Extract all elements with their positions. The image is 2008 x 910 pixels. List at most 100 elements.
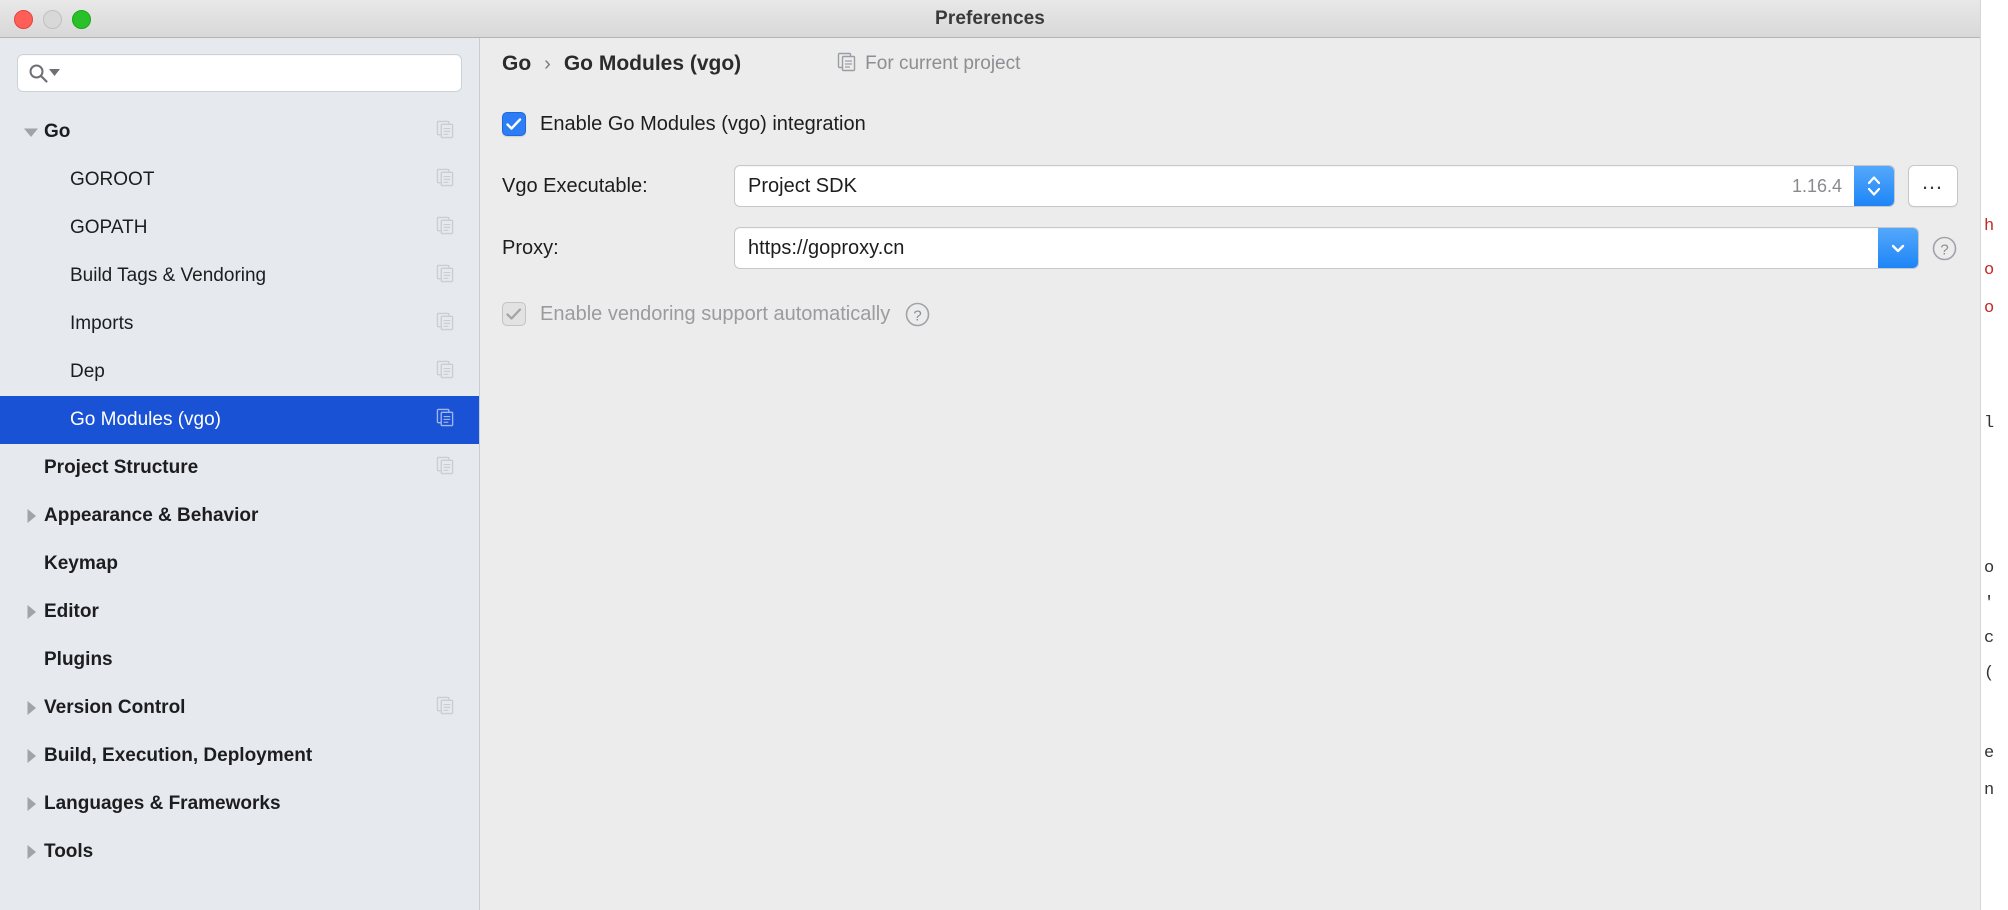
sidebar-item-appearance-behavior[interactable]: Appearance & Behavior (0, 492, 479, 540)
traffic-light-group (14, 0, 91, 38)
copy-setting-icon[interactable] (436, 360, 455, 384)
dialog-body: Go GOROOT GOPATH Build Tags & Vendoring Impo… (0, 38, 1980, 910)
sidebar-item-build-tags-vendoring[interactable]: Build Tags & Vendoring (0, 252, 479, 300)
sidebar-item-plugins[interactable]: Plugins (0, 636, 479, 684)
editor-code-fragment: ' (1984, 594, 1995, 613)
vgo-executable-field[interactable]: Project SDK 1.16.4 (734, 165, 1895, 207)
sidebar-item-go[interactable]: Go (0, 108, 479, 156)
copy-setting-icon[interactable] (436, 120, 455, 144)
close-window-button[interactable] (14, 9, 33, 29)
sidebar-item-tools[interactable]: Tools (0, 828, 479, 876)
editor-code-fragment: o (1984, 299, 1995, 318)
vendoring-help-button[interactable]: ? (904, 301, 931, 328)
proxy-label: Proxy: (502, 236, 559, 259)
vendoring-row: Enable vendoring support automatically ? (502, 288, 1958, 340)
breadcrumb-separator: › (544, 52, 551, 75)
copy-setting-icon[interactable] (436, 408, 455, 432)
sidebar-item-label: Tools (44, 841, 94, 862)
sidebar-item-label: Keymap (44, 553, 118, 574)
copy-setting-icon[interactable] (436, 312, 455, 336)
help-question-icon: ? (1932, 236, 1957, 260)
breadcrumb: Go › Go Modules (vgo) For current projec… (480, 38, 1980, 90)
scope-note: For current project (837, 52, 1020, 77)
sidebar-item-build-execution-deployment[interactable]: Build, Execution, Deployment (0, 732, 479, 780)
chevron-up-down-icon (1867, 176, 1881, 196)
vgo-executable-value[interactable]: Project SDK (735, 166, 1792, 206)
copy-setting-icon[interactable] (436, 696, 455, 720)
sidebar-item-keymap[interactable]: Keymap (0, 540, 479, 588)
vgo-browse-button[interactable]: … (1908, 165, 1958, 207)
editor-code-fragment: ( (1984, 664, 1995, 683)
sidebar-item-editor[interactable]: Editor (0, 588, 479, 636)
search-input[interactable] (66, 63, 451, 83)
sidebar-item-label: Build, Execution, Deployment (44, 745, 313, 766)
sidebar-item-label: Languages & Frameworks (44, 793, 281, 814)
copy-setting-icon[interactable] (436, 216, 455, 240)
checkmark-icon (506, 307, 522, 320)
search-dropdown-arrow-icon[interactable] (49, 64, 60, 82)
copy-settings-icon[interactable] (837, 52, 857, 77)
settings-main-panel: Go › Go Modules (vgo) For current projec… (480, 38, 1980, 910)
maximize-window-button[interactable] (72, 9, 91, 29)
vgo-executable-stepper[interactable] (1854, 166, 1894, 206)
tree-disclosure-down-icon[interactable] (18, 127, 44, 138)
proxy-field[interactable]: https://goproxy.cn (734, 227, 1919, 269)
sidebar-item-label: GOROOT (70, 169, 155, 190)
tree-disclosure-right-icon[interactable] (18, 701, 44, 715)
tree-disclosure-right-icon[interactable] (18, 605, 44, 619)
editor-code-fragment: o (1984, 559, 1995, 578)
tree-disclosure-right-icon[interactable] (18, 749, 44, 763)
proxy-row: Proxy: https://goproxy.cn ? (502, 222, 1958, 274)
copy-setting-icon[interactable] (436, 168, 455, 192)
window-titlebar: Preferences (0, 0, 1980, 38)
sidebar-item-label: Version Control (44, 697, 186, 718)
sidebar-item-label: Go (44, 121, 71, 142)
editor-code-fragment: c (1984, 629, 1995, 648)
settings-sidebar: Go GOROOT GOPATH Build Tags & Vendoring Impo… (0, 38, 480, 910)
editor-code-fragment: e (1984, 744, 1995, 763)
sidebar-item-go-modules-vgo[interactable]: Go Modules (vgo) (0, 396, 479, 444)
vgo-executable-row: Vgo Executable: Project SDK 1.16.4 … (502, 160, 1958, 212)
editor-code-fragment: n (1984, 781, 1995, 800)
copy-setting-icon[interactable] (436, 264, 455, 288)
sidebar-item-label: Project Structure (44, 457, 199, 478)
background-editor-sliver: h o o l o ' c(e n (1980, 0, 2008, 910)
search-icon (28, 63, 49, 84)
editor-code-fragment: h (1984, 217, 1995, 236)
proxy-value[interactable]: https://goproxy.cn (735, 228, 1878, 268)
proxy-help-button[interactable]: ? (1931, 235, 1958, 262)
vendoring-label: Enable vendoring support automatically (540, 302, 891, 325)
sidebar-item-label: Dep (70, 361, 105, 382)
window-title: Preferences (935, 7, 1045, 29)
breadcrumb-leaf: Go Modules (vgo) (563, 52, 742, 75)
tree-disclosure-right-icon[interactable] (18, 509, 44, 523)
minimize-window-button[interactable] (43, 9, 62, 29)
settings-tree: Go GOROOT GOPATH Build Tags & Vendoring Impo… (0, 108, 479, 876)
search-field-wrapper[interactable] (17, 54, 462, 92)
svg-text:?: ? (914, 307, 922, 324)
enable-modules-label[interactable]: Enable Go Modules (vgo) integration (540, 113, 866, 136)
help-question-icon: ? (905, 302, 930, 326)
enable-modules-checkbox[interactable] (502, 112, 526, 136)
preferences-window: h o o l o ' c(e n Preferences Go GOROOT … (0, 0, 2008, 910)
sidebar-item-project-structure[interactable]: Project Structure (0, 444, 479, 492)
scope-note-label: For current project (865, 53, 1021, 74)
checkmark-icon (506, 117, 522, 130)
sidebar-item-version-control[interactable]: Version Control (0, 684, 479, 732)
vendoring-checkbox (502, 302, 526, 326)
editor-code-fragment: l (1984, 414, 1995, 433)
vgo-version-label: 1.16.4 (1791, 175, 1842, 196)
sidebar-item-label: Imports (70, 313, 134, 334)
sidebar-item-gopath[interactable]: GOPATH (0, 204, 479, 252)
sidebar-item-dep[interactable]: Dep (0, 348, 479, 396)
breadcrumb-root[interactable]: Go (502, 52, 531, 76)
tree-disclosure-right-icon[interactable] (18, 845, 44, 859)
sidebar-item-languages-frameworks[interactable]: Languages & Frameworks (0, 780, 479, 828)
sidebar-item-goroot[interactable]: GOROOT (0, 156, 479, 204)
sidebar-item-imports[interactable]: Imports (0, 300, 479, 348)
go-modules-form: Enable Go Modules (vgo) integration Vgo … (480, 90, 1980, 340)
tree-disclosure-right-icon[interactable] (18, 797, 44, 811)
copy-setting-icon[interactable] (436, 456, 455, 480)
proxy-dropdown-button[interactable] (1878, 228, 1918, 268)
sidebar-item-label: Appearance & Behavior (44, 505, 259, 526)
